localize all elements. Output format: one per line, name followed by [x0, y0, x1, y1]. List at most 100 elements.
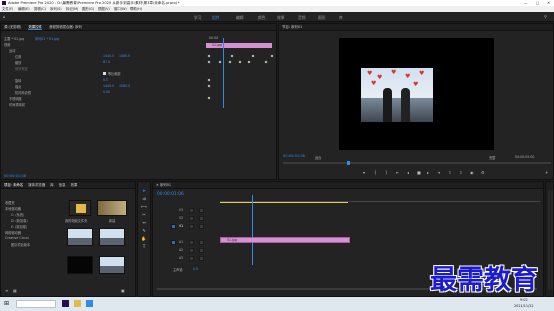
media-thumbnail[interactable] — [97, 200, 127, 216]
workspace-tab-editing[interactable]: 编辑 — [236, 15, 244, 21]
tree-local-drives[interactable]: 本地驱动器 — [5, 206, 21, 211]
workspace-tab-libraries[interactable]: 库 — [339, 15, 343, 21]
anchor-y[interactable]: 1080.0 — [119, 84, 130, 88]
keyframe-marker[interactable] — [207, 54, 211, 58]
mark-out-icon[interactable]: } — [385, 170, 388, 175]
keyframe-marker[interactable] — [247, 60, 251, 64]
effect-controls-timecode[interactable]: 00:00:01:06 — [4, 174, 26, 178]
tab-effects[interactable]: 效果 — [71, 183, 78, 187]
tree-network-drives[interactable]: 网络驱动器 — [5, 230, 21, 235]
tab-project[interactable]: 项目: 未命名 — [4, 183, 23, 187]
tree-drive-e[interactable]: E: (新加卷) — [11, 224, 27, 229]
extract-icon[interactable]: ⇩ — [459, 170, 462, 175]
taskbar-app-icon[interactable] — [62, 300, 69, 307]
type-tool-icon[interactable]: T — [141, 244, 147, 250]
timeline-clip[interactable]: 01.jpg — [220, 237, 350, 243]
keyframe-marker[interactable] — [207, 84, 211, 88]
keyframe-marker[interactable] — [251, 54, 255, 58]
step-back-icon[interactable]: ◂ — [407, 170, 409, 175]
search-icon[interactable]: ⚲ — [544, 14, 547, 19]
track-select-tool-icon[interactable]: ⇉ — [141, 196, 147, 202]
uniform-scale-checkbox[interactable] — [103, 72, 106, 75]
go-to-out-icon[interactable]: ⇥ — [437, 170, 440, 175]
master-track-value[interactable]: 0.0 — [193, 267, 198, 271]
track-lock-icon[interactable] — [189, 240, 194, 245]
mute-track-icon[interactable] — [199, 248, 204, 253]
media-thumbnail[interactable] — [99, 256, 125, 274]
keyframe-marker[interactable] — [230, 54, 234, 58]
taskbar-app-icon[interactable] — [74, 300, 81, 307]
export-frame-icon[interactable]: ◉ — [470, 170, 474, 175]
timeline-ruler[interactable] — [220, 194, 540, 202]
keyframe-marker[interactable] — [207, 96, 211, 100]
list-view-icon[interactable]: ≡ — [5, 288, 8, 293]
windows-start-icon[interactable]: ⊞ — [4, 300, 9, 307]
program-playhead[interactable] — [347, 161, 350, 165]
slip-tool-icon[interactable]: ↔ — [141, 220, 147, 226]
tree-team-projects[interactable]: 团队项目版本 — [11, 242, 30, 247]
media-thumbnail[interactable] — [99, 228, 125, 246]
settings-icon[interactable]: ⚙ — [481, 170, 485, 175]
go-to-in-icon[interactable]: ⇤ — [396, 170, 399, 175]
razor-tool-icon[interactable]: ✂ — [141, 212, 147, 218]
media-thumbnail[interactable] — [67, 228, 93, 246]
folder-thumbnail[interactable] — [69, 200, 91, 216]
section-motion[interactable]: 运动 — [9, 48, 15, 53]
mute-track-icon[interactable] — [199, 256, 204, 261]
timeline-work-area[interactable] — [220, 202, 348, 203]
workspace-tab-graphics[interactable]: 图形 — [318, 15, 326, 21]
tab-info[interactable]: 信息 — [59, 183, 66, 187]
button-editor-icon[interactable]: + — [545, 170, 548, 175]
toggle-output-icon[interactable] — [199, 216, 204, 221]
track-lock-icon[interactable] — [189, 208, 194, 213]
track-lock-icon[interactable] — [189, 256, 194, 261]
mark-in-icon[interactable]: { — [374, 170, 377, 175]
workspace-tab-color[interactable]: 颜色 — [258, 15, 266, 21]
timeline-playhead[interactable] — [252, 195, 253, 265]
toggle-output-icon[interactable] — [199, 208, 204, 213]
anchor-x[interactable]: 1440.0 — [103, 84, 114, 88]
source-patch-v1[interactable] — [171, 224, 176, 229]
track-lock-icon[interactable] — [189, 216, 194, 221]
tree-drive-c[interactable]: C: (系统) — [11, 212, 24, 217]
selection-tool-icon[interactable]: ➤ — [141, 188, 147, 194]
icon-view-icon[interactable]: ▦ — [13, 288, 17, 293]
source-patch-a1[interactable] — [171, 240, 176, 245]
scale-value[interactable]: 87.0 — [103, 60, 110, 64]
hand-tool-icon[interactable]: ✋ — [141, 236, 147, 242]
program-timecode[interactable]: 00:00:01:06 — [283, 154, 305, 158]
tab-audio-mixer[interactable]: 音频剪辑混合器: 序列 — [49, 25, 82, 29]
workspace-tab-assembly[interactable]: 组件 — [212, 15, 220, 21]
fit-dropdown[interactable]: 适合 — [315, 155, 321, 160]
keyframe-marker[interactable] — [238, 60, 242, 64]
program-monitor-title[interactable]: 节目: 序列01 — [279, 24, 553, 31]
tree-favorites[interactable]: 收藏夹 — [5, 200, 15, 205]
toggle-output-icon[interactable] — [199, 224, 204, 229]
keyframe-marker[interactable] — [228, 60, 232, 64]
antiflicker-value[interactable]: 0.00 — [103, 90, 110, 94]
tab-libraries[interactable]: 库 — [50, 183, 53, 187]
tree-creative-cloud[interactable]: Creative Cloud — [5, 236, 28, 240]
section-opacity[interactable]: 不透明度 — [9, 96, 22, 101]
home-icon[interactable]: ⌂ — [3, 14, 6, 19]
taskbar-app-icon[interactable] — [86, 300, 93, 307]
section-time-remap[interactable]: 时间重映射 — [9, 102, 25, 107]
keyframe-marker[interactable] — [218, 60, 222, 64]
keyframe-marker[interactable] — [270, 54, 274, 58]
tab-media-browser[interactable]: 媒体浏览器 — [28, 183, 45, 187]
tab-effect-controls[interactable]: 效果控件 — [28, 25, 42, 30]
track-lock-icon[interactable] — [189, 224, 194, 229]
pen-tool-icon[interactable]: ✎ — [141, 228, 147, 234]
workspace-tab-effects[interactable]: 效果 — [277, 15, 285, 21]
ripple-edit-tool-icon[interactable]: ⟷ — [141, 204, 147, 210]
rotation-value[interactable]: 0.0 — [103, 78, 108, 82]
position-x[interactable]: 1440.0 — [103, 54, 114, 58]
track-lock-icon[interactable] — [189, 248, 194, 253]
timeline-sequence-tab[interactable]: 序列01 — [160, 183, 171, 187]
effect-playhead[interactable] — [223, 38, 224, 108]
taskbar-search-box[interactable] — [16, 300, 56, 308]
lift-icon[interactable]: ⇧ — [448, 170, 451, 175]
tree-drive-d[interactable]: D: (新加卷) — [11, 218, 28, 223]
clip-label[interactable]: 序列01 * 01.jpg — [35, 36, 59, 41]
play-icon[interactable]: ■ — [417, 170, 421, 175]
